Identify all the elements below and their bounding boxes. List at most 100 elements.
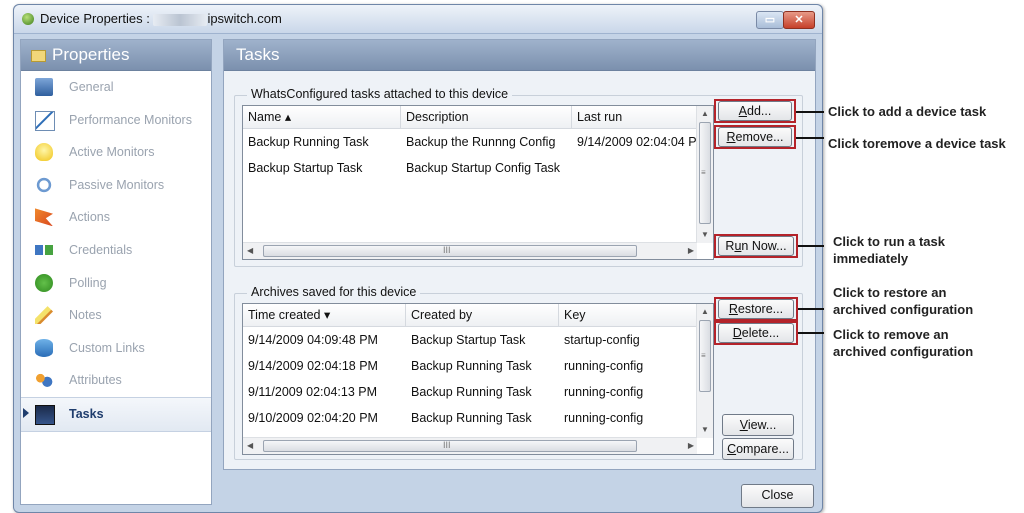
passive-monitor-icon	[35, 175, 53, 194]
sidebar-item-passive-monitors[interactable]: Passive Monitors	[21, 169, 211, 202]
add-button[interactable]: Add...	[718, 101, 792, 121]
view-button[interactable]: View...	[722, 414, 794, 436]
sidebar-header: Properties	[21, 40, 211, 71]
run-now-button[interactable]: Run Now...	[718, 236, 794, 256]
scroll-up-icon[interactable]: ▲	[701, 307, 709, 317]
sidebar-item-label: Passive Monitors	[69, 177, 165, 192]
sidebar-item-label: Performance Monitors	[69, 112, 192, 127]
archive-row[interactable]: 9/14/2009 02:04:18 PM Backup Running Task…	[243, 354, 697, 378]
sidebar-item-active-monitors[interactable]: Active Monitors	[21, 136, 211, 169]
table-cell: Backup Running Task	[411, 385, 532, 399]
table-cell: 9/14/2009 02:04:18 PM	[248, 359, 378, 373]
scroll-left-icon[interactable]: ◀	[247, 246, 253, 256]
redacted-hostname	[153, 13, 208, 26]
sidebar-item-label: Custom Links	[69, 340, 145, 355]
task-row[interactable]: Backup Running Task Backup the Runnng Con…	[243, 130, 697, 154]
close-icon: ✕	[794, 14, 804, 26]
restore-annotation-line	[798, 308, 824, 310]
polling-check-icon	[35, 273, 53, 292]
selected-arrow-icon	[23, 407, 29, 418]
sidebar-item-actions[interactable]: Actions	[21, 201, 211, 234]
sidebar-item-tasks[interactable]: Tasks	[21, 396, 211, 432]
tasks-horizontal-scrollbar[interactable]: ◀ III ▶	[243, 242, 697, 259]
archives-vertical-scrollbar[interactable]: ▲ ≡ ▼	[696, 304, 713, 438]
sidebar-item-credentials[interactable]: Credentials	[21, 234, 211, 267]
table-cell: running-config	[564, 385, 644, 399]
table-cell: Backup Startup Task	[248, 161, 363, 175]
delete-button[interactable]: Delete...	[718, 323, 794, 343]
archives-list[interactable]: Time created ▾ Created by Key 9/14/2009 …	[242, 303, 714, 455]
grip-icon: ≡	[701, 351, 706, 360]
restore-annotation: Click to restore an archived configuratio…	[833, 284, 973, 318]
panel-header: Tasks	[224, 40, 815, 71]
tasks-vertical-scrollbar[interactable]: ▲ ≡ ▼	[696, 106, 713, 243]
sidebar-item-label: Actions	[69, 210, 110, 225]
column-header-last-run[interactable]: Last run	[572, 106, 697, 128]
sidebar-item-performance-monitors[interactable]: Performance Monitors	[21, 104, 211, 137]
column-header-name[interactable]: Name ▴	[243, 106, 401, 128]
remove-annotation-line	[796, 137, 824, 139]
compare-button[interactable]: Compare...	[722, 438, 794, 460]
delete-annotation-line	[798, 332, 824, 334]
scroll-right-icon[interactable]: ▶	[688, 246, 694, 256]
restore-annotation-line2: archived configuration	[833, 302, 974, 317]
restore-icon: ▭	[764, 14, 776, 26]
table-cell: 9/10/2009 02:04:20 PM	[248, 411, 378, 425]
tasks-group-label: WhatsConfigured tasks attached to this d…	[247, 87, 513, 101]
archive-row[interactable]: 9/14/2009 04:09:48 PM Backup Startup Task…	[243, 328, 697, 352]
scroll-down-icon[interactable]: ▼	[701, 230, 709, 240]
archives-horizontal-scrollbar[interactable]: ◀ III ▶	[243, 437, 697, 454]
delete-annotation-line1: Click to remove an	[833, 327, 949, 342]
delete-annotation-line2: archived configuration	[833, 344, 974, 359]
table-cell: startup-config	[564, 333, 640, 347]
archive-row[interactable]: 9/10/2009 02:04:20 PM Backup Running Task…	[243, 406, 697, 430]
window-title-prefix: Device Properties :	[40, 11, 154, 26]
sidebar-item-notes[interactable]: Notes	[21, 299, 211, 332]
scroll-down-icon[interactable]: ▼	[701, 425, 709, 435]
sidebar-item-general[interactable]: General	[21, 71, 211, 104]
close-button[interactable]: Close	[741, 484, 814, 508]
table-cell: running-config	[564, 359, 644, 373]
performance-graph-icon	[35, 110, 55, 131]
sidebar-item-label: Attributes	[69, 373, 122, 388]
run-now-annotation-line1: Click to run a task	[833, 234, 945, 249]
title-bar[interactable]: Device Properties : ipswitch.com ▭ ✕	[14, 5, 822, 34]
table-cell: running-config	[564, 411, 644, 425]
column-header-time-created[interactable]: Time created ▾	[243, 304, 406, 326]
column-header-description[interactable]: Description	[401, 106, 572, 128]
sidebar-item-polling[interactable]: Polling	[21, 267, 211, 300]
actions-flag-icon	[35, 208, 53, 227]
monitor-icon	[35, 78, 53, 96]
window-title: Device Properties : ipswitch.com	[40, 11, 282, 26]
tasks-list-header: Name ▴ Description Last run	[243, 106, 697, 129]
delete-annotation: Click to remove an archived configuration	[833, 326, 973, 360]
attributes-people-icon	[35, 371, 53, 390]
restore-window-button[interactable]: ▭	[756, 11, 784, 29]
table-cell: Backup Startup Config Task	[406, 161, 561, 175]
close-window-button[interactable]: ✕	[783, 11, 815, 29]
tasks-list[interactable]: Name ▴ Description Last run Backup Runni…	[242, 105, 714, 260]
column-header-created-by[interactable]: Created by	[406, 304, 559, 326]
archive-row[interactable]: 9/11/2009 02:04:13 PM Backup Running Task…	[243, 380, 697, 404]
remove-button[interactable]: Remove...	[718, 127, 792, 147]
table-cell: Backup Startup Task	[411, 333, 526, 347]
tasks-screen-icon	[35, 404, 55, 425]
sidebar-item-custom-links[interactable]: Custom Links	[21, 332, 211, 365]
table-cell: Backup Running Task	[411, 411, 532, 425]
scroll-right-icon[interactable]: ▶	[688, 441, 694, 451]
task-row[interactable]: Backup Startup Task Backup Startup Config…	[243, 156, 697, 180]
scroll-up-icon[interactable]: ▲	[701, 109, 709, 119]
run-now-annotation: Click to run a task immediately	[833, 233, 945, 267]
column-header-key[interactable]: Key	[559, 304, 697, 326]
table-cell: Backup Running Task	[411, 359, 532, 373]
folder-icon	[31, 49, 46, 62]
sidebar-title: Properties	[52, 45, 130, 64]
sidebar-item-attributes[interactable]: Attributes	[21, 364, 211, 397]
scroll-left-icon[interactable]: ◀	[247, 441, 253, 451]
properties-sidebar: Properties General Performance Monitors Ac…	[20, 39, 212, 505]
archives-group-label: Archives saved for this device	[247, 285, 421, 299]
restore-button[interactable]: Restore...	[718, 299, 794, 319]
app-icon	[22, 13, 34, 25]
add-annotation: Click to add a device task	[828, 104, 987, 119]
table-cell: 9/14/2009 04:09:48 PM	[248, 333, 378, 347]
